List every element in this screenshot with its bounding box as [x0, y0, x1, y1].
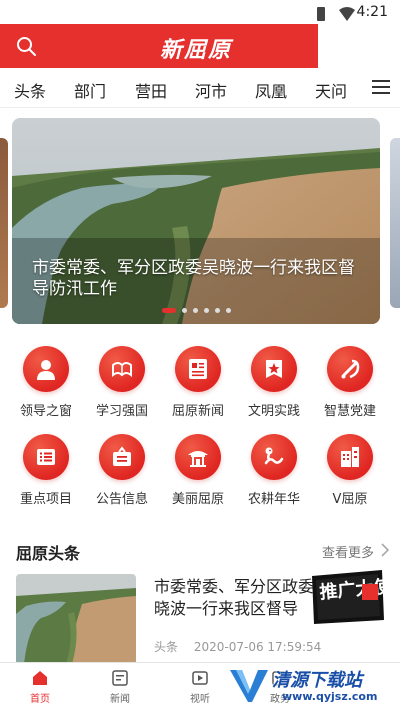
grid-item-label: 重点项目: [19, 492, 72, 507]
banner-next-slide[interactable]: [390, 138, 400, 308]
indicator-dot: [182, 308, 187, 313]
pavilion-icon: [188, 451, 208, 467]
quick-access-grid: 领导之窗 学习强国 屈原新闻 文明实践 智慧党建 重点项目 公告信息 美丽屈原 …: [0, 346, 400, 516]
banner-title[interactable]: 市委常委、军分区政委吴晓波一行来我区督导防汛工作: [32, 258, 362, 300]
grid-item-farming[interactable]: 农耕年华: [236, 434, 312, 507]
grid-item-key-projects[interactable]: 重点项目: [8, 434, 84, 507]
menu-icon[interactable]: [372, 80, 390, 94]
news-category: 头条: [154, 640, 179, 654]
nav-video[interactable]: 视听: [170, 669, 230, 705]
app-header: 新屈原: [0, 24, 318, 68]
grid-item-civilization[interactable]: 文明实践: [236, 346, 312, 419]
home-icon: [33, 671, 47, 685]
chevron-right-icon[interactable]: [380, 543, 390, 557]
watermark-text: 清源下载站: [272, 670, 362, 691]
section-header: 屈原头条 查看更多: [0, 530, 400, 570]
indicator-dot-active: [162, 308, 176, 313]
tab-bumen[interactable]: 部门: [74, 78, 106, 102]
status-time: 4:21: [356, 4, 388, 20]
star-icon: [266, 360, 282, 378]
battery-icon: [317, 7, 325, 21]
wifi-icon: [339, 7, 355, 21]
news-icon: [112, 670, 128, 686]
search-icon[interactable]: [14, 34, 38, 58]
grid-item-party[interactable]: 智慧党建: [312, 346, 388, 419]
nav-news[interactable]: 新闻: [90, 669, 150, 705]
grid-item-label: 领导之窗: [19, 404, 72, 419]
news-meta: 头条 2020-07-06 17:59:54: [154, 638, 333, 655]
grid-item-beautiful-quyuan[interactable]: 美丽屈原: [160, 434, 236, 507]
grid-item-label: 学习强国: [95, 404, 148, 419]
watermark-logo-icon: [230, 670, 268, 702]
news-icon: [189, 359, 207, 379]
grid-item-notices[interactable]: 公告信息: [84, 434, 160, 507]
grid-item-study[interactable]: 学习强国: [84, 346, 160, 419]
section-title: 屈原头条: [16, 544, 81, 563]
grid-item-label: 智慧党建: [323, 404, 376, 419]
video-icon: [192, 671, 208, 685]
party-emblem-icon: [341, 359, 360, 379]
notice-icon: [113, 446, 131, 466]
indicator-dot: [204, 308, 209, 313]
news-headline[interactable]: 市委常委、军分区政委吴晓波一行来我区督导: [154, 576, 334, 620]
nav-label: 视听: [190, 694, 210, 705]
person-icon: [37, 360, 55, 380]
indicator-dot: [193, 308, 198, 313]
nav-home[interactable]: 首页: [10, 669, 70, 705]
building-icon: [341, 447, 359, 467]
dragon-icon: [264, 447, 284, 465]
tab-heshi[interactable]: 河市: [195, 78, 227, 102]
grid-item-label: 公告信息: [95, 492, 148, 507]
banner-prev-slide[interactable]: [0, 138, 8, 308]
site-watermark: 清源下载站 www.qyjsz.com: [226, 660, 396, 710]
channel-tabs: 头条 部门 营田 河市 凤凰 天问: [0, 68, 400, 108]
promo-stamp[interactable]: 推广大使: [308, 566, 388, 626]
news-thumbnail: [16, 574, 136, 664]
grid-item-quyuan-news[interactable]: 屈原新闻: [160, 346, 236, 419]
banner-carousel[interactable]: 市委常委、军分区政委吴晓波一行来我区督导防汛工作: [0, 118, 400, 328]
app-logo: 新屈原: [160, 37, 233, 63]
list-icon: [37, 449, 55, 465]
grid-item-v-quyuan[interactable]: V屈原: [312, 434, 388, 507]
nav-label: 首页: [30, 694, 50, 705]
nav-label: 新闻: [110, 694, 130, 705]
grid-item-label: 农耕年华: [247, 492, 300, 507]
carousel-indicator: [162, 300, 237, 313]
indicator-dot: [226, 308, 231, 313]
grid-item-leaders[interactable]: 领导之窗: [8, 346, 84, 419]
grid-item-label: 文明实践: [247, 404, 300, 419]
tab-toutiao[interactable]: 头条: [14, 78, 46, 102]
tab-fenghuang[interactable]: 凤凰: [255, 78, 287, 102]
grid-item-label: 美丽屈原: [171, 492, 224, 507]
grid-item-label: V屈原: [332, 492, 368, 507]
tab-tianwen[interactable]: 天问: [315, 78, 347, 102]
grid-item-label: 屈原新闻: [171, 404, 224, 419]
see-more-link[interactable]: 查看更多: [322, 542, 374, 561]
indicator-dot: [215, 308, 220, 313]
news-timestamp: 2020-07-06 17:59:54: [193, 640, 322, 654]
banner-slide[interactable]: 市委常委、军分区政委吴晓波一行来我区督导防汛工作: [12, 118, 380, 324]
tab-yingtian[interactable]: 营田: [135, 78, 167, 102]
study-icon: [112, 362, 132, 378]
watermark-url: www.qyjsz.com: [282, 690, 378, 703]
